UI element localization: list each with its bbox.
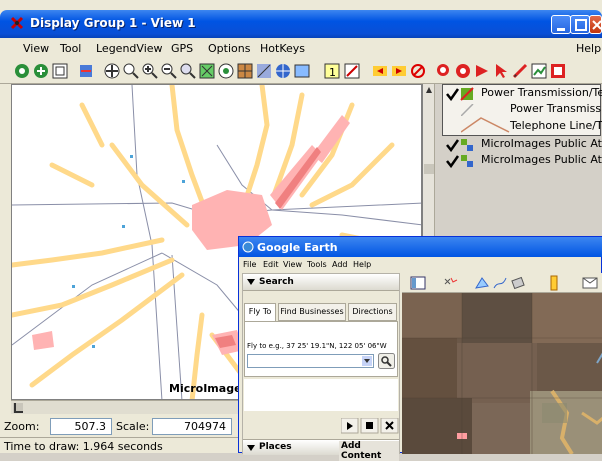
move-icon[interactable] xyxy=(104,63,120,79)
ge-toolbar xyxy=(402,273,602,293)
chart-icon[interactable] xyxy=(531,63,547,79)
legend-item-power-transmiss: Power Transmiss xyxy=(510,102,602,115)
legend-item-microimages-2[interactable]: MicroImages Public Atla xyxy=(481,153,602,166)
menu-view[interactable]: View xyxy=(23,42,49,55)
zoom-extent-icon[interactable] xyxy=(199,63,215,79)
maximize-button[interactable] xyxy=(570,15,590,34)
add-content-button[interactable]: Add Content xyxy=(339,441,399,461)
globe-icon[interactable] xyxy=(275,63,291,79)
menu-legendview[interactable]: LegendView xyxy=(96,42,163,55)
sidebar-toggle-icon[interactable] xyxy=(410,276,426,290)
minimize-button[interactable] xyxy=(551,15,571,34)
ge-menu-edit[interactable]: Edit xyxy=(263,260,279,269)
scale-field[interactable]: 704974 xyxy=(152,418,232,435)
zoom-out-magnifier-icon[interactable] xyxy=(161,63,177,79)
app-icon xyxy=(10,16,24,30)
placemark-icon[interactable] xyxy=(442,276,458,290)
tab-fly-to[interactable]: Fly To xyxy=(244,303,276,321)
menu-options[interactable]: Options xyxy=(208,42,250,55)
legend-item-microimages-1[interactable]: MicroImages Public Atla xyxy=(481,137,602,150)
ge-window-title: Google Earth xyxy=(257,241,338,254)
pan-icon[interactable] xyxy=(33,63,49,79)
check-icon[interactable] xyxy=(445,154,475,168)
sketch-icon[interactable] xyxy=(512,63,528,79)
menu-bar: View Tool LegendView GPS Options HotKeys… xyxy=(0,38,602,58)
tool-bar: 1 xyxy=(0,60,602,84)
ge-3d-viewer[interactable] xyxy=(402,293,602,454)
ge-menu-view[interactable]: View xyxy=(283,260,302,269)
overlay-icon[interactable] xyxy=(510,276,526,290)
zoom-label: Zoom: xyxy=(4,420,40,433)
map-watermark: MicroImages xyxy=(169,382,249,395)
svg-text:1: 1 xyxy=(329,66,336,79)
layer-one-icon[interactable]: 1 xyxy=(324,63,340,79)
search-button-icon[interactable] xyxy=(378,353,395,369)
main-window: Display Group 1 - View 1 View Tool Legen… xyxy=(0,0,602,461)
gps-icon[interactable] xyxy=(256,63,272,79)
zoom-red-icon[interactable] xyxy=(436,63,452,79)
ge-title-bar[interactable]: Google Earth xyxy=(239,237,602,257)
ge-places-header[interactable]: Places xyxy=(259,442,292,452)
ge-menu-file[interactable]: File xyxy=(243,260,256,269)
menu-gps[interactable]: GPS xyxy=(171,42,193,55)
legend-icon[interactable] xyxy=(78,63,94,79)
window-title: Display Group 1 - View 1 xyxy=(30,16,196,30)
email-icon[interactable] xyxy=(582,276,598,290)
ge-menu-help[interactable]: Help xyxy=(353,260,371,269)
zoom-field[interactable]: 507.3 xyxy=(50,418,112,435)
target-red-icon[interactable] xyxy=(455,63,471,79)
menu-hotkeys[interactable]: HotKeys xyxy=(260,42,305,55)
tab-directions[interactable]: Directions xyxy=(348,303,397,321)
dropdown-icon[interactable] xyxy=(362,356,372,366)
menu-tool[interactable]: Tool xyxy=(60,42,81,55)
check-icon[interactable] xyxy=(445,138,475,152)
edit-arrow-icon[interactable] xyxy=(474,63,490,79)
ge-menu-add[interactable]: Add xyxy=(332,260,348,269)
telephone-line-swatch xyxy=(461,117,510,133)
google-earth-window: Google Earth File Edit View Tools Add He… xyxy=(238,236,602,461)
next-layer-icon[interactable] xyxy=(391,63,407,79)
select-arrow-icon[interactable] xyxy=(493,63,509,79)
ge-menu-tools[interactable]: Tools xyxy=(307,260,327,269)
grid-icon[interactable] xyxy=(237,63,253,79)
ge-sidebar: Search Fly To Find Businesses Directions… xyxy=(242,273,400,461)
ge-media-controls[interactable] xyxy=(341,418,399,434)
fly-to-hint: Fly to e.g., 37 25' 19.1"N, 122 05' 06"W xyxy=(247,342,387,350)
places-collapse-icon[interactable] xyxy=(247,445,255,453)
tab-find-businesses[interactable]: Find Businesses xyxy=(278,303,346,321)
zoom-in-magnifier-icon[interactable] xyxy=(142,63,158,79)
stop-icon[interactable] xyxy=(410,63,426,79)
close-button[interactable] xyxy=(589,15,602,34)
zoom-box-icon[interactable] xyxy=(123,63,139,79)
ruler-icon[interactable] xyxy=(550,275,558,291)
legend-item-power-transmission[interactable]: Power Transmission/Te xyxy=(481,86,602,99)
polygon-icon[interactable] xyxy=(474,276,490,290)
title-bar[interactable]: Display Group 1 - View 1 xyxy=(0,10,602,38)
zoom-in-icon[interactable] xyxy=(14,63,30,79)
zoom-prev-icon[interactable] xyxy=(180,63,196,79)
image-icon[interactable] xyxy=(294,63,310,79)
draw-time-text: Time to draw: 1.964 seconds xyxy=(4,440,163,453)
check-icon[interactable] xyxy=(445,87,475,101)
scale-label: Scale: xyxy=(116,420,150,433)
ge-search-header[interactable]: Search xyxy=(259,277,294,287)
measure-icon[interactable] xyxy=(344,63,360,79)
zoom-target-icon[interactable] xyxy=(218,63,234,79)
prev-layer-icon[interactable] xyxy=(372,63,388,79)
collapse-triangle-icon[interactable] xyxy=(247,279,255,287)
legend-item-telephone-line: Telephone Line/T xyxy=(510,119,602,132)
google-earth-icon xyxy=(242,241,254,253)
menu-help[interactable]: Help xyxy=(576,42,601,55)
path-icon[interactable] xyxy=(492,276,508,290)
window-icon[interactable] xyxy=(550,63,566,79)
full-view-icon[interactable] xyxy=(52,63,68,79)
fly-to-input[interactable] xyxy=(247,354,374,368)
